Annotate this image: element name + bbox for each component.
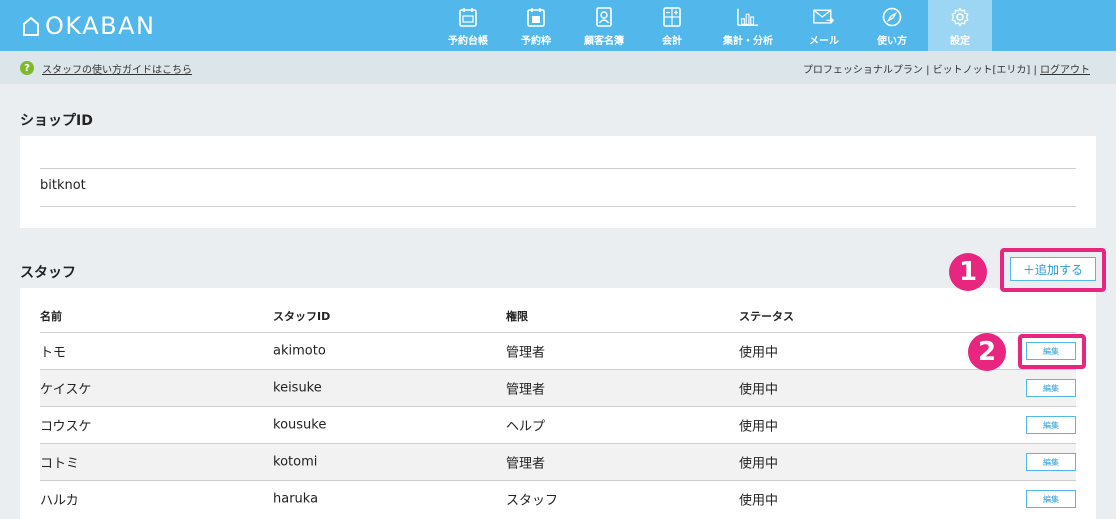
bar-chart-icon — [737, 6, 759, 28]
nav-label: 予約枠 — [521, 36, 551, 47]
staff-id: akimoto — [273, 343, 326, 359]
staff-name: コトミ — [40, 456, 80, 472]
shop-id-value: bitknot — [40, 178, 86, 193]
nav-how-to-use[interactable]: 使い方 — [860, 0, 924, 51]
calendar-grid-icon — [525, 6, 547, 28]
table-row: コトミ kotomi 管理者 使用中 編集 — [40, 443, 1076, 480]
calendar-icon — [457, 6, 479, 28]
edit-button[interactable]: 編集 — [1026, 490, 1076, 508]
nav-label: 予約台帳 — [448, 36, 488, 47]
column-header-status: ステータス — [739, 310, 794, 323]
table-header: 名前 スタッフID 権限 ステータス — [20, 288, 1096, 332]
gear-icon — [949, 6, 971, 28]
sub-header-bar: ? スタッフの使い方ガイドはこちら プロフェッショナルプラン | ビットノット[… — [0, 51, 1116, 84]
step-marker-2: 2 — [968, 333, 1006, 371]
account-info: プロフェッショナルプラン | ビットノット[エリカ] | ログアウト — [803, 61, 1090, 76]
nav-label: メール — [809, 36, 839, 47]
staff-heading: スタッフ — [20, 265, 76, 281]
staff-status: 使用中 — [739, 419, 779, 435]
mail-icon — [813, 6, 835, 28]
nav-accounting[interactable]: 会計 — [640, 0, 704, 51]
highlight-box-1 — [1000, 248, 1106, 292]
calculator-icon — [661, 6, 683, 28]
address-book-icon — [593, 6, 615, 28]
staff-table: 名前 スタッフID 権限 ステータス トモ akimoto 管理者 使用中 編集… — [20, 288, 1096, 517]
compass-icon — [881, 6, 903, 28]
staff-role: ヘルプ — [506, 419, 546, 435]
shop-id-heading: ショップID — [20, 113, 93, 129]
edit-button[interactable]: 編集 — [1026, 453, 1076, 471]
highlight-box-2 — [1018, 334, 1086, 369]
column-header-staff-id: スタッフID — [273, 310, 331, 323]
staff-role: 管理者 — [506, 456, 546, 472]
nav-label: 顧客名簿 — [584, 36, 624, 47]
top-navigation-bar: OKABAN 予約台帳 予約枠 顧客名簿 会計 集計・分析 メール 使い方 設定 — [0, 0, 1116, 51]
nav-analytics[interactable]: 集計・分析 — [708, 0, 788, 51]
staff-role: 管理者 — [506, 345, 546, 361]
nav-reservation-ledger[interactable]: 予約台帳 — [436, 0, 500, 51]
logout-link[interactable]: ログアウト — [1040, 65, 1090, 76]
okaban-logo[interactable]: OKABAN — [22, 10, 155, 42]
plan-and-user-text: プロフェッショナルプラン | ビットノット[エリカ] | — [802, 65, 1040, 76]
step-marker-1: 1 — [949, 253, 987, 291]
staff-id: haruka — [273, 491, 319, 507]
nav-customer-list[interactable]: 顧客名簿 — [572, 0, 636, 51]
edit-button[interactable]: 編集 — [1026, 379, 1076, 397]
staff-status: 使用中 — [739, 382, 779, 398]
staff-role: スタッフ — [506, 493, 559, 509]
nav-reservation-slots[interactable]: 予約枠 — [504, 0, 568, 51]
divider — [40, 168, 1076, 169]
nav-label: 集計・分析 — [723, 36, 773, 47]
staff-name: ハルカ — [40, 493, 79, 509]
staff-role: 管理者 — [506, 382, 546, 398]
staff-status: 使用中 — [739, 493, 779, 509]
staff-guide-link[interactable]: スタッフの使い方ガイドはこちら — [42, 61, 192, 76]
nav-mail[interactable]: メール — [792, 0, 856, 51]
staff-name: トモ — [40, 345, 67, 361]
staff-status: 使用中 — [739, 456, 779, 472]
edit-button[interactable]: 編集 — [1026, 416, 1076, 434]
main-nav: 予約台帳 予約枠 顧客名簿 会計 集計・分析 メール 使い方 設定 — [436, 0, 996, 51]
house-logo-icon — [23, 17, 39, 36]
table-row: トモ akimoto 管理者 使用中 編集 — [40, 332, 1076, 369]
logo-text: OKABAN — [45, 12, 156, 40]
table-row: ハルカ haruka スタッフ 使用中 編集 — [40, 480, 1076, 517]
staff-id: kousuke — [273, 417, 327, 433]
nav-label: 使い方 — [877, 36, 907, 47]
staff-name: コウスケ — [40, 419, 92, 435]
staff-id: kotomi — [273, 454, 318, 470]
table-row: ケイスケ keisuke 管理者 使用中 編集 — [40, 369, 1076, 406]
divider — [40, 206, 1076, 207]
help-icon: ? — [20, 61, 34, 75]
staff-status: 使用中 — [739, 345, 779, 361]
nav-settings[interactable]: 設定 — [928, 0, 992, 51]
staff-name: ケイスケ — [40, 382, 92, 398]
nav-label: 会計 — [662, 36, 682, 47]
column-header-role: 権限 — [506, 310, 528, 323]
table-row: コウスケ kousuke ヘルプ 使用中 編集 — [40, 406, 1076, 443]
nav-label: 設定 — [950, 36, 970, 47]
staff-id: keisuke — [273, 380, 322, 396]
shop-id-panel: bitknot — [20, 136, 1096, 228]
column-header-name: 名前 — [40, 310, 62, 323]
